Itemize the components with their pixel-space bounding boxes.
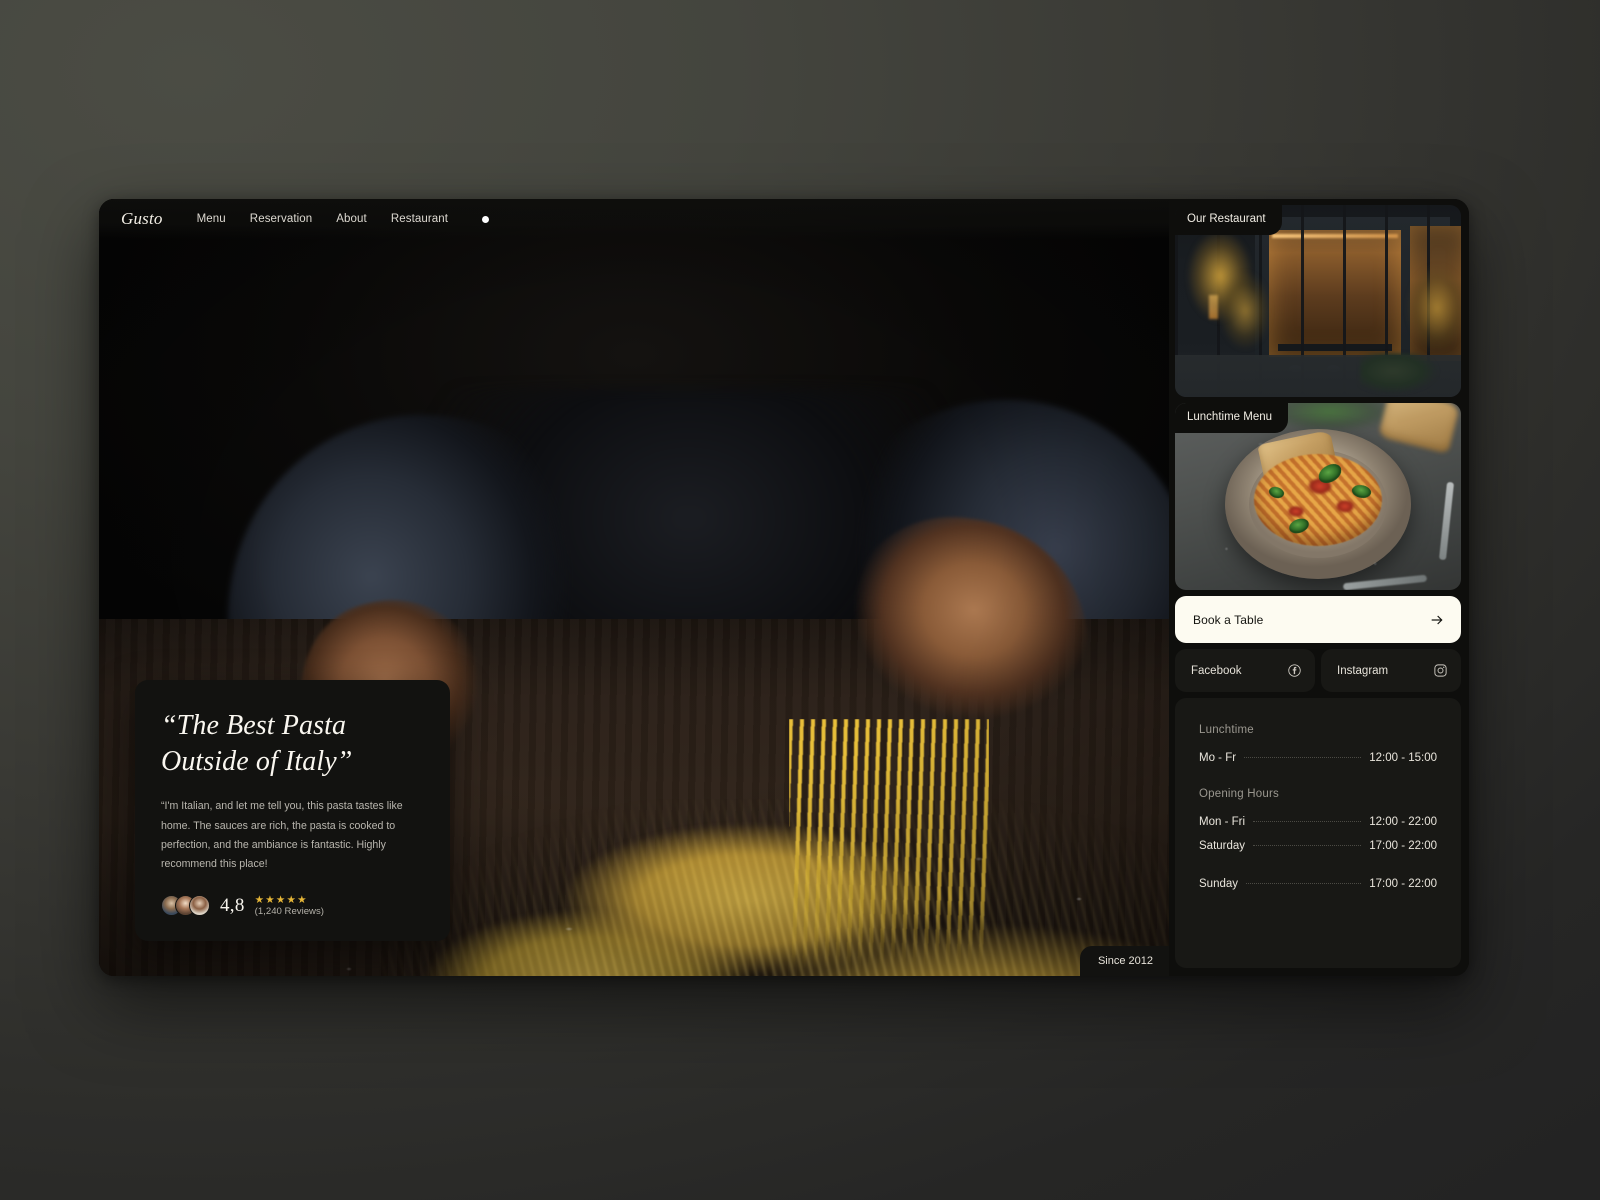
instagram-button[interactable]: Instagram: [1321, 649, 1461, 692]
hours-day: Mon - Fri: [1199, 816, 1245, 828]
main-navigation: Gusto Menu Reservation About Restaurant: [99, 199, 1169, 239]
nav-link-menu[interactable]: Menu: [197, 213, 226, 225]
hours-time: 12:00 - 22:00: [1369, 816, 1437, 828]
hours-time: 17:00 - 22:00: [1369, 878, 1437, 890]
star-rating-icon: ★★★★★: [254, 893, 308, 906]
hours-row: Sunday 17:00 - 22:00: [1199, 878, 1437, 890]
card-lunchtime-menu[interactable]: Lunchtime Menu: [1175, 403, 1461, 590]
hours-time: 12:00 - 15:00: [1369, 752, 1437, 764]
hours-time: 17:00 - 22:00: [1369, 840, 1437, 852]
review-count: (1,240 Reviews): [254, 906, 324, 917]
nav-indicator-toggle[interactable]: [472, 212, 498, 226]
hours-day: Mo - Fr: [1199, 752, 1237, 764]
sidebar: Our Restaurant Lunchtime Menu Book a Tab…: [1169, 199, 1469, 976]
site-frame: Gusto Menu Reservation About Restaurant …: [99, 199, 1469, 976]
avatar: [189, 895, 210, 917]
card-our-restaurant[interactable]: Our Restaurant: [1175, 205, 1461, 397]
card-label-lunchtime-menu: Lunchtime Menu: [1175, 403, 1289, 433]
social-buttons: Facebook Instagram: [1175, 649, 1461, 692]
hours-row: Mon - Fri 12:00 - 22:00: [1199, 816, 1437, 828]
instagram-icon: [1434, 664, 1447, 677]
leader-dots: [1253, 845, 1362, 846]
arrow-right-icon: [1431, 615, 1443, 624]
nav-link-reservation[interactable]: Reservation: [250, 213, 312, 225]
hero-section: Gusto Menu Reservation About Restaurant …: [99, 199, 1169, 976]
facebook-label: Facebook: [1191, 664, 1242, 677]
nav-link-about[interactable]: About: [336, 213, 367, 225]
opening-hours-title: Opening Hours: [1199, 788, 1279, 800]
rating-score: 4,8: [220, 894, 245, 916]
dot-icon: [481, 215, 489, 223]
testimonial-body: “I'm Italian, and let me tell you, this …: [161, 800, 403, 871]
reviewer-avatars: [161, 895, 210, 917]
opening-hours-panel: Lunchtime Mo - Fr 12:00 - 15:00 Opening …: [1175, 698, 1461, 968]
facebook-icon: [1288, 664, 1301, 677]
facebook-button[interactable]: Facebook: [1175, 649, 1315, 692]
hours-day: Sunday: [1199, 878, 1239, 890]
instagram-label: Instagram: [1337, 664, 1389, 677]
since-badge: Since 2012: [1079, 946, 1169, 976]
hours-row: Mo - Fr 12:00 - 15:00: [1199, 752, 1437, 764]
leader-dots: [1253, 821, 1362, 822]
book-a-table-button[interactable]: Book a Table: [1175, 596, 1461, 643]
testimonial-footer: 4,8 ★★★★★ (1,240 Reviews): [161, 893, 424, 917]
leader-dots: [1244, 757, 1362, 758]
testimonial-card: “The Best Pasta Outside of Italy” “I'm I…: [135, 679, 450, 941]
book-a-table-label: Book a Table: [1193, 612, 1264, 627]
nav-link-restaurant[interactable]: Restaurant: [391, 213, 448, 225]
leader-dots: [1246, 883, 1362, 884]
card-label-our-restaurant: Our Restaurant: [1175, 205, 1282, 235]
lunchtime-title: Lunchtime: [1199, 724, 1254, 736]
testimonial-quote: “The Best Pasta Outside of Italy”: [161, 709, 353, 778]
brand-logo[interactable]: Gusto: [121, 209, 163, 229]
hours-row: Saturday 17:00 - 22:00: [1199, 840, 1437, 852]
hours-day: Saturday: [1199, 840, 1246, 852]
